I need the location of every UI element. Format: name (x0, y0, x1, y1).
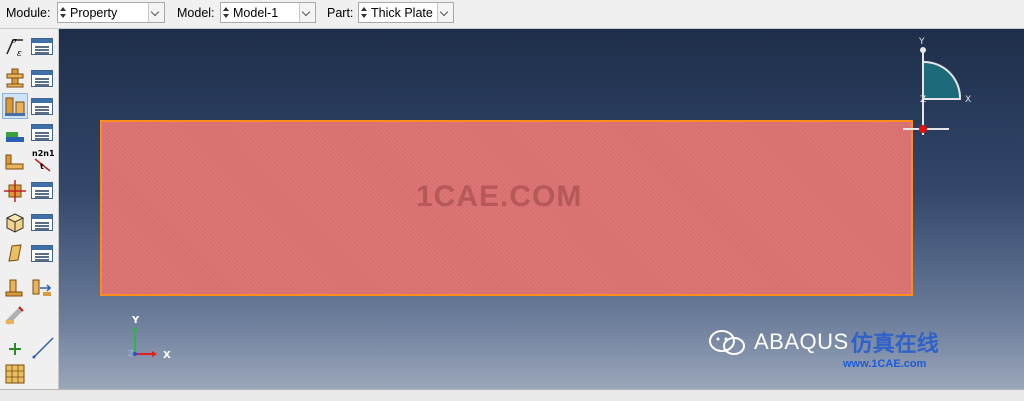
section-assignment-manager-icon[interactable] (31, 98, 53, 115)
section-manager-icon[interactable] (31, 70, 53, 87)
chevron-down-icon[interactable] (299, 3, 315, 22)
create-composite-layup-icon[interactable] (3, 210, 27, 234)
model-combo[interactable]: Model-1 (220, 2, 316, 23)
view-triad-z: Z (920, 95, 926, 105)
svg-text:ε: ε (17, 49, 22, 58)
assign-rebar-icon[interactable] (3, 303, 27, 327)
create-material-icon[interactable]: σε (3, 34, 27, 59)
logo-url: www.1CAE.com (843, 358, 927, 370)
logo-cn-text: 仿真在线 (850, 332, 939, 357)
part-value: Thick Plate (371, 6, 433, 20)
assign-beam-orientation-icon[interactable] (3, 149, 27, 173)
watermark: 1CAE.COM (416, 180, 583, 213)
view-triad-x: X (965, 95, 971, 105)
wechat-icon (709, 330, 745, 355)
triad-x-label: X (163, 350, 171, 361)
model-label: Model: (177, 6, 215, 20)
stringer-manager-icon[interactable] (31, 245, 53, 262)
material-manager-icon[interactable] (31, 38, 53, 55)
datum-axis-icon[interactable] (30, 335, 54, 359)
part-combo[interactable]: Thick Plate (358, 2, 454, 23)
module-label: Module: (6, 6, 51, 20)
datum-point-icon[interactable] (3, 337, 27, 361)
spinner-arrows-icon[interactable] (360, 4, 369, 21)
layup-manager-icon[interactable] (31, 214, 53, 231)
chevron-down-icon[interactable] (437, 3, 453, 22)
logo-text: ABAQUS (754, 329, 849, 354)
prompt-area (0, 389, 1024, 401)
module-toolbox: σε n2n1 t (0, 29, 59, 389)
assign-material-orientation-icon[interactable] (3, 179, 27, 203)
chevron-down-icon[interactable] (148, 3, 164, 22)
svg-text:n2n1: n2n1 (32, 149, 55, 158)
spinner-arrows-icon[interactable] (59, 4, 68, 21)
create-skin-icon[interactable] (3, 241, 27, 265)
global-triad: Y Z X (128, 315, 171, 361)
spinner-arrows-icon[interactable] (222, 4, 231, 21)
create-profile-icon[interactable] (3, 122, 27, 146)
view-triad: Y Z X (903, 37, 971, 135)
view-triad-y: Y (918, 37, 925, 47)
springs-dashpots-icon[interactable] (30, 276, 54, 300)
create-section-icon[interactable] (3, 66, 27, 90)
abaqus-logo: ABAQUS 仿真在线 (702, 326, 939, 358)
partition-icon[interactable] (3, 362, 27, 386)
context-bar: Module: Property Model: Model-1 Part: Th… (0, 0, 1024, 29)
module-value: Property (70, 6, 118, 20)
svg-text:σ: σ (12, 37, 17, 45)
assign-section-icon[interactable] (2, 93, 28, 119)
orientation-manager-icon[interactable] (31, 182, 53, 199)
svg-text:t: t (40, 162, 44, 171)
triad-y-label: Y (131, 315, 140, 326)
profile-manager-icon[interactable] (31, 124, 53, 141)
special-inertia-icon[interactable] (3, 276, 27, 300)
module-combo[interactable]: Property (57, 2, 165, 23)
model-value: Model-1 (233, 6, 279, 20)
assign-normal-direction-icon[interactable]: n2n1 t (30, 147, 55, 172)
triad-z-label: Z (128, 349, 134, 358)
part-label: Part: (327, 6, 354, 20)
